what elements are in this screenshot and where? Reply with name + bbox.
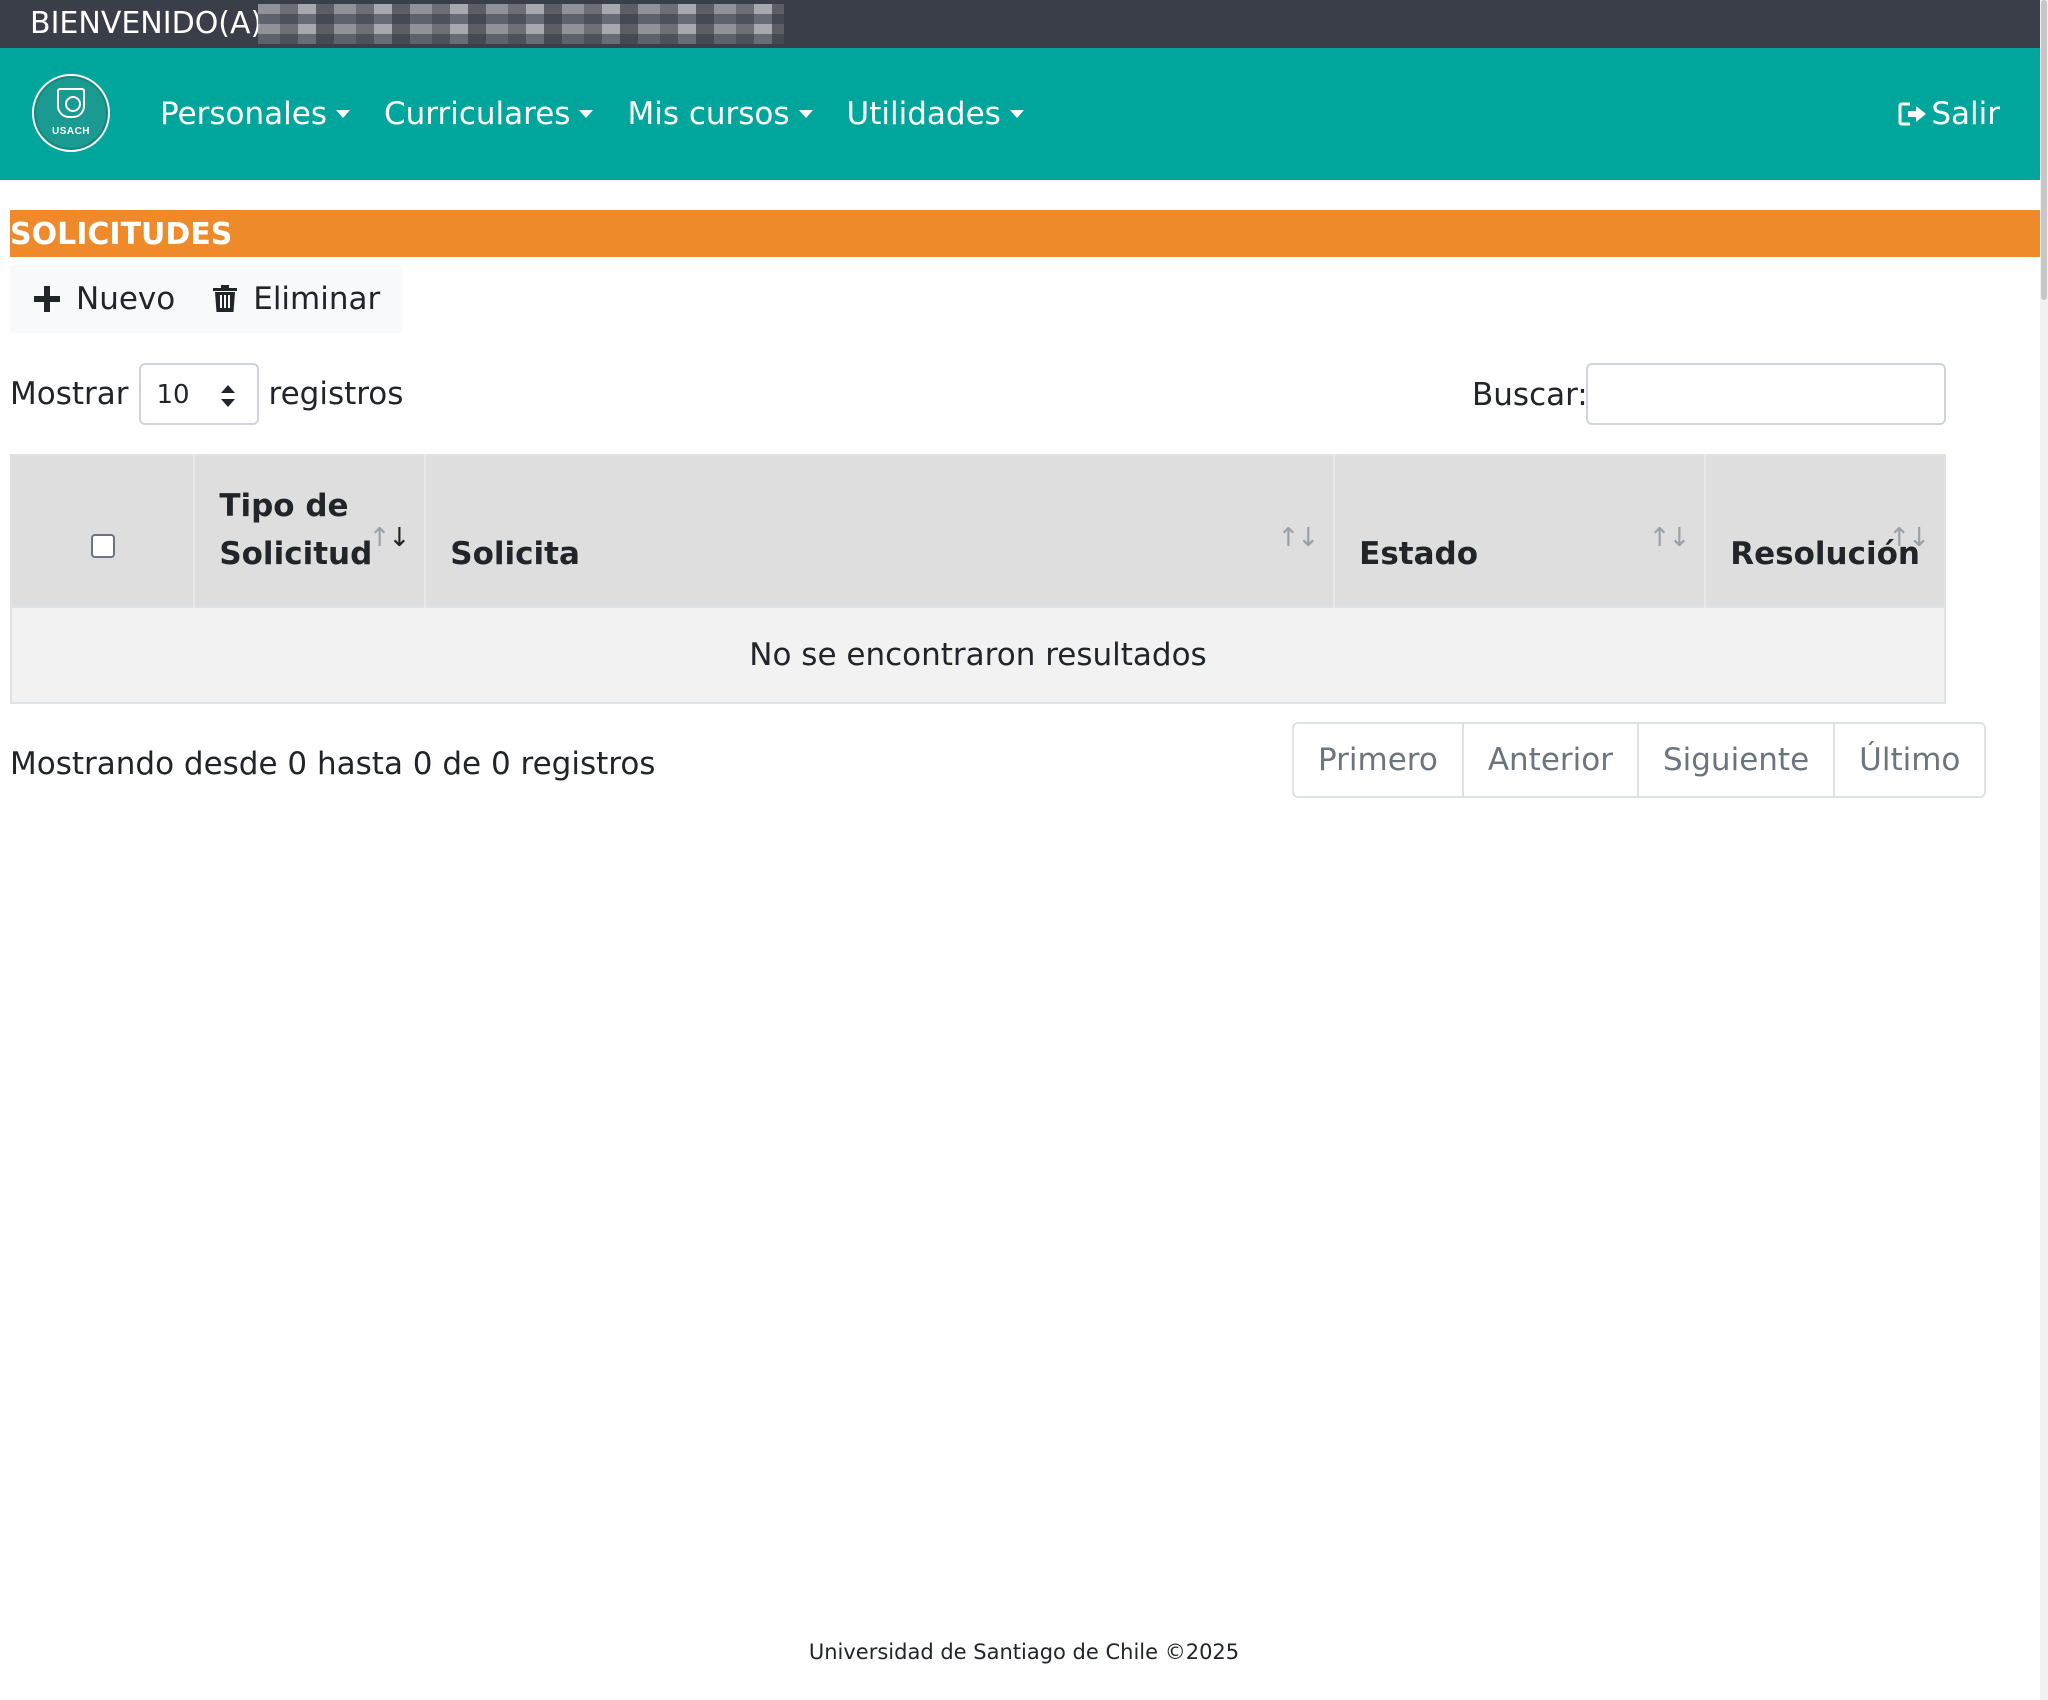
logout-label: Salir (1931, 96, 2000, 132)
column-label: Estado (1359, 536, 1478, 572)
search-input[interactable] (1586, 363, 1946, 425)
records-label: registros (268, 376, 404, 412)
section-title: SOLICITUDES (10, 210, 2040, 257)
action-toolbar: Nuevo Eliminar (10, 265, 402, 333)
sort-icon: ↑↓ (1648, 523, 1691, 553)
page-size-select[interactable]: 10 (138, 363, 259, 425)
nav-item-label: Personales (160, 96, 328, 132)
sort-icon: ↑↓ (368, 523, 411, 553)
column-header-resolucion[interactable]: Resolución ↑↓ (1705, 455, 1945, 607)
pagination: Primero Anterior Siguiente Último (1292, 722, 1987, 798)
nav-item-label: Curriculares (384, 96, 571, 132)
search-label: Buscar: (1472, 377, 1588, 413)
column-header-estado[interactable]: Estado ↑↓ (1334, 455, 1707, 607)
nav-item-label: Utilidades (846, 96, 1001, 132)
nav-item-personales[interactable]: Personales (160, 96, 351, 132)
table-row: No se encontraron resultados (11, 606, 1945, 703)
select-all-checkbox[interactable] (90, 534, 115, 558)
nav-menu: Personales Curriculares Mis cursos Utili… (160, 48, 1058, 180)
sort-arrows-icon (220, 385, 235, 407)
column-header-solicita[interactable]: Solicita ↑↓ (425, 455, 1336, 607)
previous-page-button[interactable]: Anterior (1463, 724, 1639, 796)
welcome-text: BIENVENIDO(A) (30, 6, 263, 41)
caret-down-icon (798, 110, 813, 118)
logout-link[interactable]: Salir (1898, 48, 2000, 180)
sign-out-icon (1898, 102, 1927, 126)
requests-table: Tipo de Solicitud ↑↓ Solicita ↑↓ Estado … (10, 454, 1946, 704)
column-label: Solicita (450, 536, 580, 572)
table-info: Mostrando desde 0 hasta 0 de 0 registros (10, 746, 656, 782)
crest-icon (57, 88, 85, 118)
nav-item-utilidades[interactable]: Utilidades (847, 96, 1024, 132)
nav-item-mis-cursos[interactable]: Mis cursos (627, 96, 813, 132)
redacted-user-name (258, 4, 784, 44)
caret-down-icon (579, 110, 594, 118)
page-length-control: Mostrar 10 registros (10, 363, 403, 425)
next-page-button[interactable]: Siguiente (1638, 724, 1836, 796)
logo-text: USACH (51, 126, 91, 137)
page-scrollbar[interactable] (2040, 0, 2048, 1700)
sort-icon: ↑↓ (1888, 523, 1930, 553)
plus-icon (34, 286, 60, 312)
nav-item-curriculares[interactable]: Curriculares (384, 96, 594, 132)
empty-table-message: No se encontraron resultados (11, 606, 1945, 703)
first-page-button[interactable]: Primero (1294, 724, 1464, 796)
welcome-bar: BIENVENIDO(A) (0, 0, 2048, 48)
delete-button-label: Eliminar (253, 281, 381, 317)
table-header-row: Tipo de Solicitud ↑↓ Solicita ↑↓ Estado … (11, 455, 1945, 607)
delete-button[interactable]: Eliminar (189, 265, 394, 333)
column-label: Tipo de Solicitud (219, 488, 373, 572)
sort-icon: ↑↓ (1277, 523, 1320, 553)
main-navbar: USACH Personales Curriculares Mis cursos… (0, 48, 2040, 180)
caret-down-icon (1009, 110, 1024, 118)
show-label: Mostrar (10, 376, 129, 412)
scrollbar-thumb[interactable] (2041, 0, 2047, 300)
column-header-tipo[interactable]: Tipo de Solicitud ↑↓ (194, 455, 427, 607)
page-size-value: 10 (156, 380, 190, 410)
nav-item-label: Mis cursos (627, 96, 790, 132)
usach-logo[interactable]: USACH (32, 74, 110, 152)
select-all-header (11, 455, 196, 607)
new-button[interactable]: Nuevo (10, 265, 189, 333)
caret-down-icon (336, 110, 351, 118)
footer-text: Universidad de Santiago de Chile ©2025 (808, 1640, 1240, 1664)
new-button-label: Nuevo (76, 281, 176, 317)
last-page-button[interactable]: Último (1835, 724, 1985, 796)
trash-icon (213, 285, 238, 312)
